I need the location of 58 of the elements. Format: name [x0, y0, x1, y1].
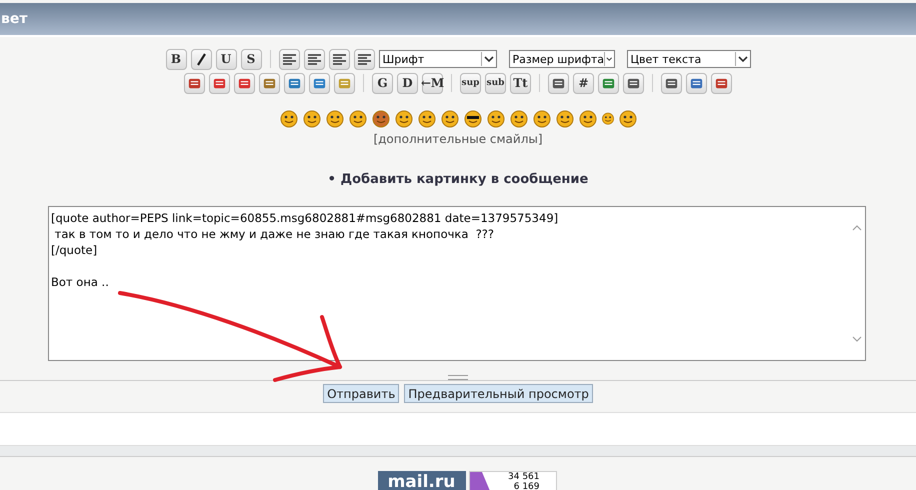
- submit-button[interactable]: Отправить: [323, 384, 400, 403]
- caret-icon: [734, 52, 750, 66]
- format-button[interactable]: S: [240, 48, 262, 70]
- toolbar-button[interactable]: [623, 72, 644, 94]
- format-button[interactable]: #: [573, 72, 594, 94]
- add-image-link[interactable]: • Добавить картинку в сообщение: [328, 172, 588, 187]
- smiley-icon[interactable]: [370, 108, 390, 128]
- smiley-icon[interactable]: [600, 111, 614, 125]
- align-icon: [332, 52, 346, 66]
- counter-number: 34 561: [508, 472, 540, 482]
- toolbar-button[interactable]: [661, 72, 682, 94]
- visit-counter[interactable]: 34 561 6 169: [468, 471, 556, 490]
- dropdown-select[interactable]: Размер шрифта: [508, 50, 614, 68]
- counter-number: 6 169: [514, 482, 540, 490]
- format-button[interactable]: sup: [460, 72, 481, 94]
- smiley-icon[interactable]: [554, 108, 574, 128]
- smiley-icon[interactable]: [440, 108, 460, 128]
- format-button[interactable]: Tt: [510, 72, 531, 94]
- smiley-icon[interactable]: [348, 108, 368, 128]
- smiley-icon[interactable]: [394, 108, 414, 128]
- italic-icon: [194, 52, 208, 66]
- format-button[interactable]: D: [397, 72, 418, 94]
- format-button[interactable]: ←M: [422, 72, 443, 94]
- smiley-icon[interactable]: [486, 108, 506, 128]
- smiley-icon[interactable]: [508, 108, 528, 128]
- toolbar-button[interactable]: [304, 48, 324, 70]
- smiley-icon[interactable]: [578, 108, 598, 128]
- format-button[interactable]: U: [216, 48, 236, 70]
- caret-icon: [604, 52, 614, 66]
- more-smileys-link[interactable]: [дополнительные смайлы]: [373, 132, 543, 146]
- smiley-icon[interactable]: [278, 108, 298, 128]
- smiley-icon[interactable]: [532, 108, 552, 128]
- section-title: вет: [1, 11, 28, 27]
- scroll-up-icon[interactable]: [852, 224, 862, 232]
- caret-icon: [480, 52, 496, 66]
- toolbar-button[interactable]: [354, 48, 374, 70]
- format-button[interactable]: sub: [485, 72, 506, 94]
- dropdown-select[interactable]: Шрифт: [378, 50, 496, 68]
- toolbar-button[interactable]: [190, 48, 212, 70]
- preview-button[interactable]: Предварительный просмотр: [404, 384, 593, 403]
- align-icon: [306, 52, 322, 66]
- toolbar-button[interactable]: [548, 72, 569, 94]
- align-icon: [282, 52, 296, 66]
- smiley-icon[interactable]: [618, 108, 638, 128]
- toolbar-button[interactable]: [278, 48, 300, 70]
- scroll-down-icon[interactable]: [852, 335, 862, 343]
- sunglasses-smiley-icon[interactable]: [462, 108, 482, 128]
- mail-counter-logo[interactable]: mail.ru: [378, 471, 466, 490]
- align-icon: [356, 52, 372, 66]
- format-button[interactable]: B: [166, 48, 186, 70]
- toolbar-button[interactable]: [328, 48, 350, 70]
- resize-grip[interactable]: [448, 375, 468, 380]
- smiley-icon[interactable]: [416, 108, 436, 128]
- smiley-icon[interactable]: [302, 108, 322, 128]
- dropdown-select[interactable]: Цвет текста: [626, 50, 750, 68]
- message-field[interactable]: [quote author=PEPS link=topic=60855.msg6802881#msg6802881 date=1379575349] так в том то и дело что не жму и даже не знаю где такая кнопочка ??? [/quote] Вот она ..: [48, 206, 866, 361]
- smiley-icon[interactable]: [324, 108, 344, 128]
- format-button[interactable]: G: [372, 72, 393, 94]
